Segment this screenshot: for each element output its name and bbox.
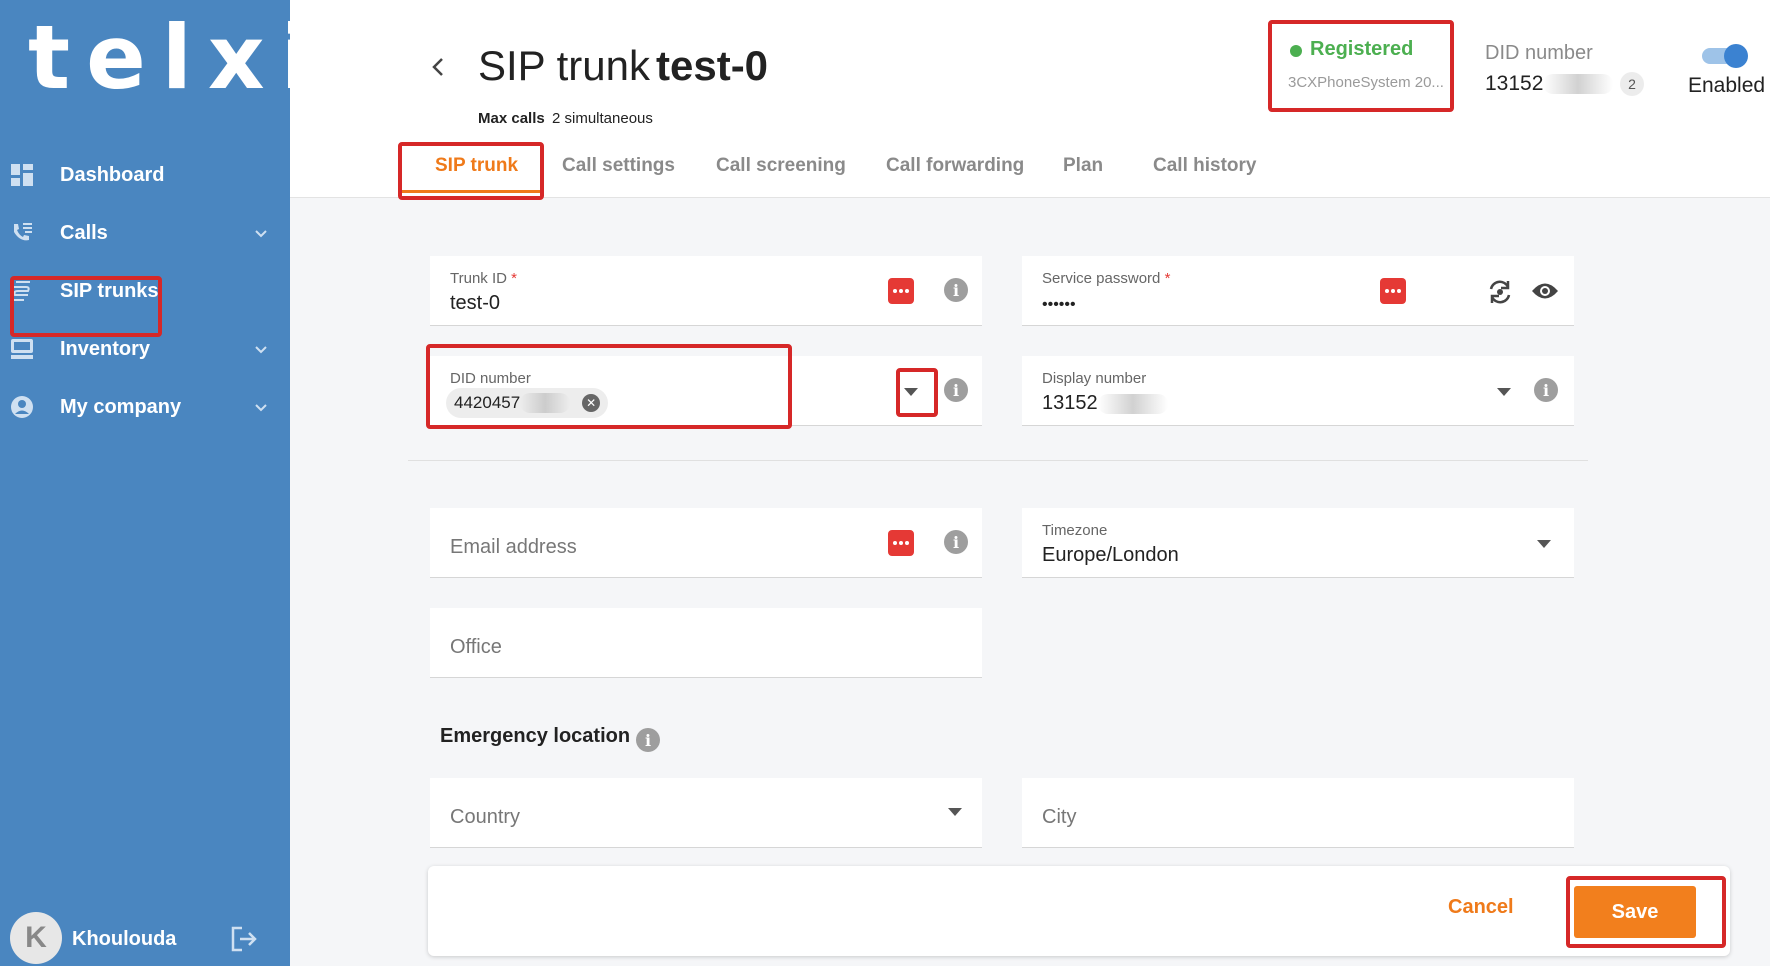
- dropdown-arrow-icon[interactable]: [948, 808, 962, 816]
- page-header: SIP trunk test-0 Max calls 2 simultaneou…: [290, 0, 1770, 198]
- active-tab-indicator: [402, 190, 540, 193]
- display-number-label: Display number: [1042, 370, 1147, 387]
- tab-plan[interactable]: Plan: [1063, 155, 1103, 177]
- timezone-select[interactable]: Timezone Europe/London: [1022, 508, 1574, 578]
- password-manager-icon[interactable]: [888, 278, 914, 304]
- avatar: K: [10, 912, 62, 964]
- tab-call-forwarding[interactable]: Call forwarding: [886, 155, 1024, 177]
- max-calls-label: Max calls: [478, 110, 545, 127]
- user-circle-icon: [11, 396, 33, 418]
- eye-icon[interactable]: [1530, 280, 1560, 302]
- dropdown-arrow-icon[interactable]: [904, 388, 918, 396]
- back-arrow-icon[interactable]: [428, 56, 448, 78]
- sidebar-item-calls[interactable]: Calls: [0, 208, 290, 258]
- user-profile[interactable]: K Khoulouda: [10, 912, 176, 964]
- email-placeholder: Email address: [450, 536, 577, 558]
- info-icon[interactable]: i: [944, 278, 968, 302]
- info-icon[interactable]: i: [1534, 378, 1558, 402]
- enabled-toggle[interactable]: [1702, 44, 1748, 68]
- country-placeholder: Country: [450, 806, 521, 828]
- info-icon[interactable]: i: [944, 530, 968, 554]
- info-icon[interactable]: i: [636, 728, 660, 752]
- sidebar-item-label: My company: [60, 395, 182, 418]
- timezone-label: Timezone: [1042, 522, 1108, 539]
- tab-call-history[interactable]: Call history: [1153, 155, 1256, 177]
- sidebar-item-my-company[interactable]: My company: [0, 382, 290, 432]
- sidebar-item-label: Inventory: [60, 337, 151, 360]
- did-count-badge: 2: [1620, 72, 1644, 96]
- max-calls-value: 2 simultaneous: [552, 110, 653, 127]
- toggle-knob: [1724, 44, 1748, 68]
- inventory-icon: [11, 339, 33, 359]
- page-title-prefix: SIP trunk: [478, 42, 650, 89]
- sidebar-item-label: Calls: [60, 221, 108, 244]
- trunk-id-value: test-0: [450, 292, 501, 314]
- city-placeholder: City: [1042, 806, 1077, 828]
- tab-call-screening[interactable]: Call screening: [716, 155, 846, 177]
- sip-trunk-icon: [12, 281, 30, 301]
- status-dot: [1290, 45, 1302, 57]
- service-password-value: ••••••: [1042, 296, 1076, 313]
- status-subtext: 3CXPhoneSystem 20....: [1288, 74, 1443, 91]
- sidebar: telxi Dashboard Calls SIP trunks Invento…: [0, 0, 311, 966]
- dropdown-arrow-icon[interactable]: [1537, 540, 1551, 548]
- enabled-label: Enabled: [1688, 74, 1766, 97]
- save-button[interactable]: Save: [1574, 886, 1696, 938]
- sidebar-item-sip-trunks[interactable]: SIP trunks: [0, 266, 290, 316]
- office-field[interactable]: Office: [430, 608, 982, 678]
- regenerate-icon[interactable]: [1486, 278, 1514, 306]
- chevron-down-icon: [255, 404, 267, 412]
- registration-status: Registered 3CXPhoneSystem 20....: [1270, 28, 1443, 106]
- service-password-label: Service password *: [1042, 270, 1171, 287]
- country-select[interactable]: Country: [430, 778, 982, 848]
- did-number-field-label: DID number: [450, 370, 531, 387]
- telxi-logo: telxi: [28, 6, 327, 109]
- sidebar-item-label: Dashboard: [60, 163, 165, 186]
- status-text: Registered: [1310, 38, 1414, 60]
- display-number-value: 13152: [1042, 392, 1168, 415]
- trunk-id-field[interactable]: Trunk ID * test-0 i: [430, 256, 982, 326]
- dashboard-icon: [11, 164, 33, 186]
- timezone-value: Europe/London: [1042, 544, 1179, 566]
- service-password-field[interactable]: Service password * ••••••: [1022, 256, 1574, 326]
- chevron-down-icon: [255, 346, 267, 354]
- did-chip[interactable]: 4420457 ✕: [446, 388, 609, 418]
- display-number-field[interactable]: Display number 13152 i: [1022, 356, 1574, 426]
- tab-sip-trunk[interactable]: SIP trunk: [435, 155, 518, 177]
- chevron-down-icon: [255, 230, 267, 238]
- office-placeholder: Office: [450, 636, 502, 658]
- form-footer: Cancel Save: [428, 866, 1730, 956]
- phone-list-icon: [14, 223, 32, 241]
- did-number-label: DID number: [1485, 42, 1593, 64]
- city-field[interactable]: City: [1022, 778, 1574, 848]
- did-number-value: 13152: [1485, 72, 1614, 96]
- sidebar-item-label: SIP trunks: [60, 279, 159, 302]
- trunk-id-label: Trunk ID *: [450, 270, 517, 287]
- email-field[interactable]: Email address i: [430, 508, 982, 578]
- password-manager-icon[interactable]: [888, 530, 914, 556]
- page-title: test-0: [656, 42, 769, 89]
- sidebar-item-dashboard[interactable]: Dashboard: [0, 150, 290, 200]
- dropdown-arrow-icon[interactable]: [1497, 388, 1511, 396]
- logout-icon[interactable]: [230, 926, 258, 952]
- emergency-location-title: Emergency location: [440, 725, 631, 747]
- remove-chip-icon[interactable]: ✕: [582, 394, 601, 412]
- cancel-button[interactable]: Cancel: [1448, 896, 1514, 919]
- section-divider: [408, 460, 1588, 461]
- password-manager-icon[interactable]: [1380, 278, 1406, 304]
- info-icon[interactable]: i: [944, 378, 968, 402]
- user-name: Khoulouda: [72, 928, 177, 950]
- tab-call-settings[interactable]: Call settings: [562, 155, 675, 177]
- sidebar-item-inventory[interactable]: Inventory: [0, 324, 290, 374]
- did-number-field[interactable]: DID number 4420457 ✕ i: [430, 356, 982, 426]
